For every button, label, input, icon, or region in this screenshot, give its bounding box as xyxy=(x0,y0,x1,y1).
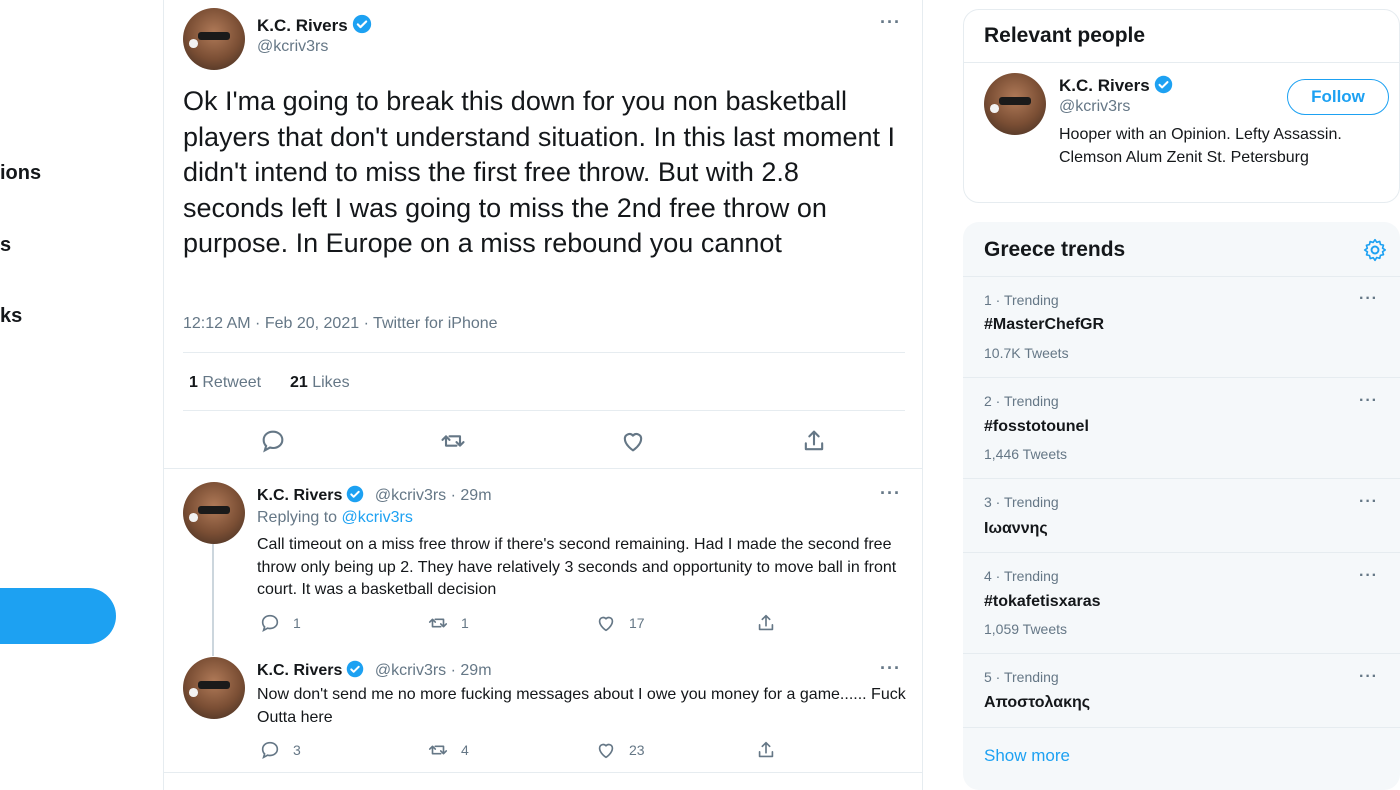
replying-prefix: Replying to xyxy=(257,509,342,526)
more-icon[interactable]: ··· xyxy=(1359,290,1378,308)
likes-count[interactable]: 21 xyxy=(290,374,308,391)
nav-item-bookmarks[interactable]: ks xyxy=(0,305,22,328)
trend-count: 10.7K Tweets xyxy=(984,345,1069,361)
nav-item-messages[interactable]: s xyxy=(0,234,11,257)
more-icon[interactable]: ··· xyxy=(880,483,901,504)
more-icon[interactable]: ··· xyxy=(1359,392,1378,410)
author-name[interactable]: K.C. Rivers xyxy=(257,16,348,35)
trend-name[interactable]: Αποστολακης xyxy=(984,694,1090,712)
divider xyxy=(183,352,905,353)
reply-meta[interactable]: @kcriv3rs · 29m xyxy=(375,662,492,679)
avatar[interactable] xyxy=(183,8,245,70)
retweet-icon[interactable] xyxy=(439,427,467,455)
retweets-count[interactable]: 1 xyxy=(189,374,198,391)
trend-name[interactable]: #tokafetisxaras xyxy=(984,593,1101,611)
replying-handle-link[interactable]: @kcriv3rs xyxy=(342,509,413,526)
retweet-icon[interactable] xyxy=(427,739,449,761)
relevant-people-title: Relevant people xyxy=(984,24,1146,47)
reply-count: 3 xyxy=(293,742,301,758)
divider xyxy=(183,410,905,411)
thread-connector-line xyxy=(212,544,214,656)
trend-item[interactable]: 5 · Trending Αποστολακης ··· xyxy=(963,654,1400,728)
like-icon[interactable] xyxy=(595,739,617,761)
reply-icon[interactable] xyxy=(259,739,281,761)
trend-meta: 3 · Trending xyxy=(984,494,1059,510)
trend-item[interactable]: 1 · Trending #MasterChefGR 10.7K Tweets … xyxy=(963,277,1400,378)
more-icon[interactable]: ··· xyxy=(1359,493,1378,511)
verified-badge-icon xyxy=(352,14,371,34)
tweet-timestamp[interactable]: 12:12 AM · Feb 20, 2021 · Twitter for iP… xyxy=(183,315,498,333)
trend-name[interactable]: Ιωαννης xyxy=(984,520,1048,538)
retweet-count: 1 xyxy=(461,615,469,631)
replying-to: Replying to @kcriv3rs xyxy=(257,509,413,527)
trends-title: Greece trends xyxy=(984,238,1126,261)
nav-item-notifications[interactable]: ions xyxy=(0,162,41,185)
follow-button[interactable]: Follow xyxy=(1287,79,1389,115)
divider xyxy=(163,468,923,469)
reply-icon[interactable] xyxy=(259,427,287,455)
trend-count: 1,059 Tweets xyxy=(984,621,1068,637)
person-bio: Hooper with an Opinion. Lefty Assassin. … xyxy=(1059,126,1342,166)
more-icon[interactable]: ··· xyxy=(1359,668,1378,686)
left-navigation: ions s ks xyxy=(0,0,160,790)
reply-meta[interactable]: @kcriv3rs · 29m xyxy=(375,487,492,504)
tweet-button[interactable] xyxy=(0,588,116,644)
trend-meta: 4 · Trending xyxy=(984,568,1059,584)
person-name[interactable]: K.C. Rivers xyxy=(1059,76,1150,95)
reply-count: 1 xyxy=(293,615,301,631)
verified-badge-icon xyxy=(1154,75,1172,94)
author-name[interactable]: K.C. Rivers xyxy=(257,487,342,504)
trend-name[interactable]: #MasterChefGR xyxy=(984,316,1104,334)
reply-header: K.C. Rivers @kcriv3rs · 29m xyxy=(257,660,492,680)
more-icon[interactable]: ··· xyxy=(880,12,901,33)
share-icon[interactable] xyxy=(755,612,777,634)
trend-meta: 5 · Trending xyxy=(984,669,1059,685)
reply-text: Now don't send me no more fucking messag… xyxy=(257,686,906,726)
trend-item[interactable]: 2 · Trending #fosstotounel 1,446 Tweets … xyxy=(963,378,1400,479)
avatar[interactable] xyxy=(183,657,245,719)
trend-item[interactable]: 3 · Trending Ιωαννης ··· xyxy=(963,479,1400,553)
likes-label[interactable]: Likes xyxy=(312,374,349,391)
share-icon[interactable] xyxy=(800,427,828,455)
settings-gear-icon[interactable] xyxy=(1362,237,1388,263)
author-name[interactable]: K.C. Rivers xyxy=(257,662,342,679)
person-name-line: K.C. Rivers xyxy=(1059,75,1173,96)
trend-meta: 2 · Trending xyxy=(984,393,1059,409)
author-name-line: K.C. Rivers xyxy=(257,14,372,36)
like-count: 23 xyxy=(629,742,645,758)
verified-badge-icon xyxy=(347,660,364,678)
divider xyxy=(163,772,923,773)
like-count: 17 xyxy=(629,615,645,631)
reply-text: Call timeout on a miss free throw if the… xyxy=(257,536,897,598)
tweet-text: Ok I'ma going to break this down for you… xyxy=(183,86,896,258)
avatar[interactable] xyxy=(984,73,1046,135)
reply-header: K.C. Rivers @kcriv3rs · 29m xyxy=(257,485,492,505)
retweets-label[interactable]: Retweet xyxy=(202,374,261,391)
trend-item[interactable]: 4 · Trending #tokafetisxaras 1,059 Tweet… xyxy=(963,553,1400,654)
reply-icon[interactable] xyxy=(259,612,281,634)
more-icon[interactable]: ··· xyxy=(880,658,901,679)
reply-actions: 3 4 23 xyxy=(259,739,789,761)
retweet-count: 4 xyxy=(461,742,469,758)
trend-count: 1,446 Tweets xyxy=(984,446,1068,462)
reply-actions: 1 1 17 xyxy=(259,612,789,634)
tweet-stats: 1 Retweet 21 Likes xyxy=(189,374,350,392)
like-icon[interactable] xyxy=(595,612,617,634)
avatar[interactable] xyxy=(183,482,245,544)
retweet-icon[interactable] xyxy=(427,612,449,634)
trend-meta: 1 · Trending xyxy=(984,292,1059,308)
author-handle[interactable]: @kcriv3rs xyxy=(257,38,328,56)
trend-name[interactable]: #fosstotounel xyxy=(984,418,1089,436)
like-icon[interactable] xyxy=(619,427,647,455)
verified-badge-icon xyxy=(347,485,364,503)
divider xyxy=(964,62,1400,63)
more-icon[interactable]: ··· xyxy=(1359,567,1378,585)
person-handle[interactable]: @kcriv3rs xyxy=(1059,98,1130,116)
show-more-link[interactable]: Show more xyxy=(984,746,1070,766)
share-icon[interactable] xyxy=(755,739,777,761)
